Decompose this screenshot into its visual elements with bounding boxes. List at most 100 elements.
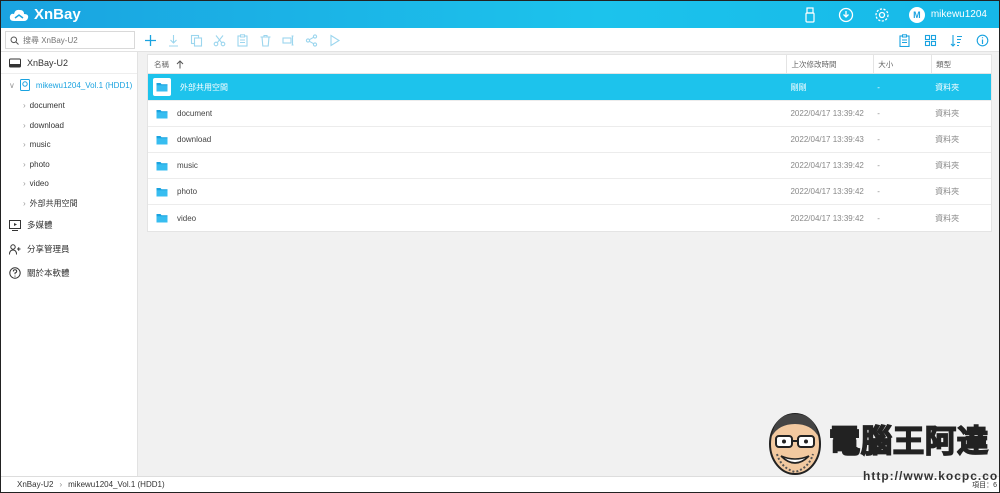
file-size: -: [877, 82, 880, 92]
app-window: XnBay M mikewu1204 搜尋 XnBay-U2 XnBay-U2 …: [0, 0, 1000, 493]
mascot-face-icon: [769, 413, 821, 475]
paste-icon[interactable]: [233, 31, 251, 49]
watermark-title: 電腦王阿達: [828, 423, 989, 461]
sidebar-volume[interactable]: ∨ mikewu1204_Vol.1 (HDD1): [1, 74, 137, 96]
breadcrumb-root[interactable]: XnBay-U2: [17, 480, 53, 489]
file-modified: 2022/04/17 13:39:42: [790, 109, 864, 118]
brand[interactable]: XnBay: [9, 6, 81, 23]
share-users-icon: [9, 243, 21, 255]
breadcrumb-volume[interactable]: mikewu1204_Vol.1 (HDD1): [68, 480, 165, 489]
file-type: 資料夾: [935, 82, 960, 92]
play-icon[interactable]: [325, 31, 343, 49]
sidebar-folder-video[interactable]: › video: [1, 174, 137, 194]
sidebar-item-label: 關於本軟體: [27, 268, 70, 278]
toolbar: [1, 28, 999, 52]
sort-icon[interactable]: [947, 31, 965, 49]
chevron-right-icon: ›: [23, 120, 26, 130]
app-name: XnBay: [34, 6, 81, 23]
sidebar-item-about[interactable]: 關於本軟體: [1, 261, 137, 285]
sidebar-folder-document[interactable]: › document: [1, 96, 137, 116]
file-name: video: [177, 213, 197, 223]
folder-label: photo: [29, 159, 50, 169]
sidebar-folder-photo[interactable]: › photo: [1, 155, 137, 175]
file-size: -: [877, 109, 880, 118]
sidebar-item-media[interactable]: 多媒體: [1, 213, 137, 237]
avatar[interactable]: M: [908, 6, 925, 23]
sidebar: XnBay-U2 ∨ mikewu1204_Vol.1 (HDD1) › docu…: [1, 52, 138, 476]
grid-view-icon[interactable]: [921, 31, 939, 49]
settings-gear-icon[interactable]: [873, 6, 891, 24]
chevron-right-icon: ›: [23, 179, 26, 189]
file-modified: 2022/04/17 13:39:43: [790, 135, 864, 144]
table-header: 名稱 上次修改時間 大小 類型: [148, 54, 991, 74]
sidebar-folder-shared[interactable]: › 外部共用空間: [1, 194, 137, 214]
table-row[interactable]: photo 2022/04/17 13:39:42 - 資料夾: [148, 179, 991, 205]
file-type: 資料夾: [935, 213, 960, 223]
expand-chevron-icon[interactable]: ∨: [9, 81, 15, 90]
chevron-right-icon: ›: [23, 101, 26, 111]
column-modified[interactable]: 上次修改時間: [786, 54, 873, 74]
clipboard-list-icon[interactable]: [895, 31, 913, 49]
chevron-right-icon: ›: [23, 140, 26, 150]
table-row[interactable]: video 2022/04/17 13:39:42 - 資料夾: [148, 205, 991, 231]
table-row[interactable]: music 2022/04/17 13:39:42 - 資料夾: [148, 153, 991, 179]
breadcrumb-separator-icon: ›: [59, 480, 63, 489]
rename-icon[interactable]: [279, 31, 297, 49]
download-progress-icon[interactable]: [837, 6, 855, 24]
search-input[interactable]: [23, 35, 128, 45]
sidebar-volume-label: mikewu1204_Vol.1 (HDD1): [35, 80, 133, 90]
sidebar-item-label: 多媒體: [27, 220, 53, 230]
header-actions: M mikewu1204: [783, 1, 987, 28]
file-name: photo: [177, 187, 198, 196]
column-name[interactable]: 名稱: [148, 59, 786, 70]
folder-icon: [156, 161, 168, 170]
folder-icon: [156, 135, 168, 144]
sidebar-folder-music[interactable]: › music: [1, 135, 137, 155]
file-type: 資料夾: [935, 161, 960, 170]
file-type: 資料夾: [935, 135, 960, 144]
search-icon: [10, 36, 19, 45]
watermark: 電腦王阿達 http://www.kocpc.com.tw: [763, 408, 999, 488]
sidebar-item-share-manager[interactable]: 分享管理員: [1, 237, 137, 261]
help-icon: [9, 267, 21, 279]
add-icon[interactable]: [141, 31, 159, 49]
media-icon: [9, 219, 21, 231]
trash-icon[interactable]: [256, 31, 274, 49]
sidebar-item-label: 分享管理員: [27, 244, 70, 254]
file-name: download: [177, 135, 212, 144]
column-size[interactable]: 大小: [873, 54, 931, 74]
file-modified: 剛剛: [790, 82, 807, 92]
chevron-right-icon: ›: [23, 159, 26, 169]
download-icon[interactable]: [164, 31, 182, 49]
sidebar-folder-download[interactable]: › download: [1, 116, 137, 136]
folder-icon: [156, 214, 168, 223]
table-row[interactable]: 外部共用空間 剛剛 - 資料夾: [148, 74, 991, 101]
top-header: XnBay M mikewu1204: [1, 1, 999, 28]
folder-icon: [153, 78, 171, 96]
folder-icon: [156, 109, 168, 118]
file-size: -: [877, 213, 880, 223]
folder-label: video: [29, 179, 49, 189]
sort-up-arrow-icon[interactable]: [176, 59, 184, 69]
view-actions: [891, 31, 995, 49]
search-box: [5, 31, 135, 49]
username[interactable]: mikewu1204: [931, 9, 987, 20]
sidebar-root-label: XnBay-U2: [27, 57, 69, 68]
folder-label: download: [29, 120, 64, 130]
folder-icon: [156, 187, 168, 196]
table-row[interactable]: document 2022/04/17 13:39:42 - 資料夾: [148, 101, 991, 127]
column-type[interactable]: 類型: [931, 54, 991, 74]
share-icon[interactable]: [302, 31, 320, 49]
sidebar-root[interactable]: XnBay-U2: [1, 52, 137, 74]
copy-icon[interactable]: [187, 31, 205, 49]
cut-icon[interactable]: [210, 31, 228, 49]
usb-drive-icon[interactable]: [801, 6, 819, 24]
folder-label: 外部共用空間: [29, 198, 78, 208]
info-icon[interactable]: [973, 31, 991, 49]
hdd-icon: [19, 79, 30, 91]
file-modified: 2022/04/17 13:39:42: [790, 187, 864, 196]
table-row[interactable]: download 2022/04/17 13:39:43 - 資料夾: [148, 127, 991, 153]
file-table: 名稱 上次修改時間 大小 類型 外部共用空間 剛剛 - 資料夾 document…: [147, 54, 992, 232]
file-size: -: [877, 187, 880, 196]
device-icon: [9, 58, 21, 67]
